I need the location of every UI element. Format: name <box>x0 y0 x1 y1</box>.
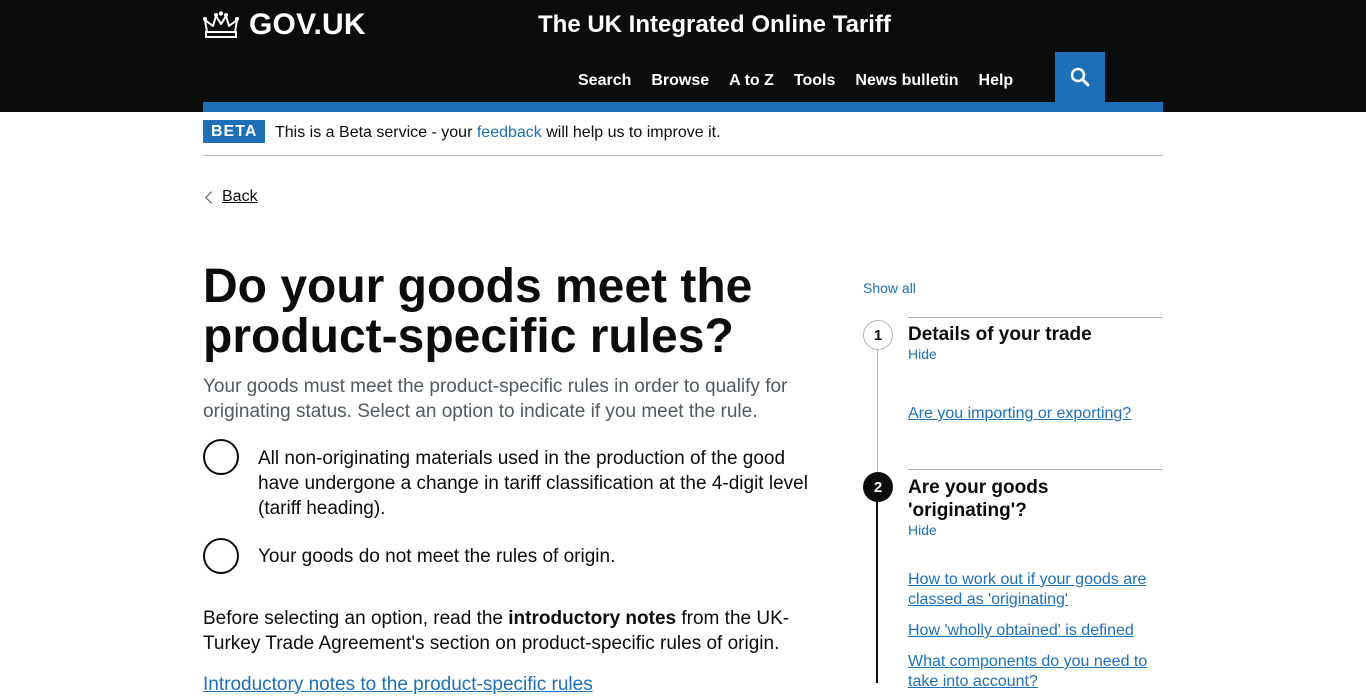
page-lead-text: Your goods must meet the product-specifi… <box>203 376 788 422</box>
step-hide-toggle[interactable]: Hide <box>908 522 937 538</box>
step-number: 1 <box>863 320 893 350</box>
step-link[interactable]: How to work out if your goods are classe… <box>908 570 1158 610</box>
header-navigation: Search Browse A to Z Tools News bulletin… <box>578 72 1033 90</box>
step-number: 2 <box>863 472 893 502</box>
radio-label[interactable]: All non-originating materials used in th… <box>258 446 818 521</box>
chevron-left-icon <box>205 190 218 204</box>
header-accent-bar <box>203 102 1163 112</box>
step-connector-line <box>876 502 878 683</box>
beta-message: This is a Beta service - your feedback w… <box>275 124 721 142</box>
beta-text-after: will help us to improve it. <box>541 124 721 141</box>
step-divider <box>908 317 1163 318</box>
site-header: GOV.UK The UK Integrated Online Tariff S… <box>0 0 1366 112</box>
nav-item-a-to-z[interactable]: A to Z <box>729 72 774 90</box>
step-link[interactable]: Are you importing or exporting? <box>908 404 1158 424</box>
nav-item-browse[interactable]: Browse <box>651 72 709 90</box>
step-divider <box>908 469 1163 470</box>
radio-label[interactable]: Your goods do not meet the rules of orig… <box>258 544 615 569</box>
back-link[interactable]: Back <box>203 188 258 206</box>
notes-bold: introductory notes <box>508 608 677 629</box>
search-toggle-button[interactable] <box>1055 52 1105 102</box>
step-title: Are your goods 'originating'? <box>908 477 1049 521</box>
nav-item-help[interactable]: Help <box>979 72 1014 90</box>
crown-icon <box>203 11 239 38</box>
search-icon <box>1070 67 1090 87</box>
nav-item-news-bulletin[interactable]: News bulletin <box>855 72 958 90</box>
page-title: Do your goods meet the product-specific … <box>203 260 753 363</box>
nav-item-search[interactable]: Search <box>578 72 631 90</box>
step-title: Details of your trade <box>908 324 1092 345</box>
beta-text-before: This is a Beta service - your <box>275 124 477 141</box>
nav-item-tools[interactable]: Tools <box>794 72 835 90</box>
step-connector-line <box>877 350 878 472</box>
show-all-button[interactable]: Show all <box>863 280 916 296</box>
logo-text: GOV.UK <box>249 8 366 41</box>
radio-button[interactable] <box>203 538 239 574</box>
govuk-logo-link[interactable]: GOV.UK <box>203 8 366 42</box>
radio-button[interactable] <box>203 439 239 475</box>
radio-option-do-not-meet-rules[interactable]: Your goods do not meet the rules of orig… <box>203 538 615 574</box>
introductory-notes-link[interactable]: Introductory notes to the product-specif… <box>203 674 593 696</box>
beta-banner: BETA This is a Beta service - your feedb… <box>203 120 1163 156</box>
introductory-notes-text: Before selecting an option, read the int… <box>203 606 813 656</box>
feedback-link[interactable]: feedback <box>477 124 542 141</box>
step-link[interactable]: What components do you need to take into… <box>908 652 1158 692</box>
service-name-link[interactable]: The UK Integrated Online Tariff <box>538 11 891 39</box>
radio-option-change-in-classification[interactable]: All non-originating materials used in th… <box>203 439 818 521</box>
step-hide-toggle[interactable]: Hide <box>908 346 937 362</box>
beta-tag: BETA <box>203 120 266 143</box>
back-link-label: Back <box>222 188 258 205</box>
step-link[interactable]: How 'wholly obtained' is defined <box>908 621 1158 641</box>
notes-text-before: Before selecting an option, read the <box>203 608 509 629</box>
